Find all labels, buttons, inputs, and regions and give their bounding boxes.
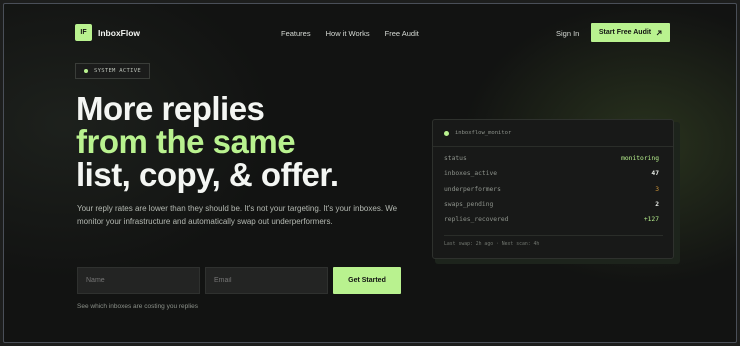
row-value: +127	[643, 216, 659, 224]
email-field[interactable]	[205, 267, 328, 294]
monitor-header: inboxflow_monitor	[433, 120, 673, 147]
arrow-up-right-icon	[656, 30, 662, 35]
sign-in-link[interactable]: Sign In	[556, 29, 579, 38]
monitor-row-swaps-pending: swaps_pending 2	[444, 197, 659, 212]
monitor-title: inboxflow_monitor	[455, 130, 512, 136]
monitor-footer: Last swap: 2h ago · Next scan: 4h	[444, 235, 663, 247]
status-label: SYSTEM ACTIVE	[94, 68, 141, 74]
form-note: See which inboxes are costing you replie…	[77, 303, 199, 310]
row-value: 47	[651, 170, 659, 178]
headline-line-1: More replies	[76, 90, 265, 127]
cta-label: Start Free Audit	[598, 29, 652, 36]
nav-link-how-it-works[interactable]: How it Works	[326, 29, 370, 38]
status-dot-icon	[84, 69, 88, 73]
row-key: inboxes_active	[444, 170, 498, 178]
monitor-row-inboxes-active: inboxes_active 47	[444, 166, 659, 181]
logo-icon: IF	[75, 24, 92, 41]
row-key: status	[444, 155, 467, 163]
monitor-row-underperformers: underperformers 3	[444, 182, 659, 197]
row-value: monitoring	[621, 155, 659, 163]
get-started-button[interactable]: Get Started	[333, 267, 401, 294]
start-free-audit-button[interactable]: Start Free Audit	[591, 23, 670, 42]
hero-headline: More replies from the same list, copy, &…	[76, 92, 339, 191]
row-key: swaps_pending	[444, 201, 494, 209]
headline-line-3: list, copy, & offer.	[76, 156, 339, 193]
nav-link-free-audit[interactable]: Free Audit	[385, 29, 419, 38]
brand-name: InboxFlow	[98, 27, 141, 38]
brand[interactable]: IF InboxFlow	[75, 24, 140, 41]
row-key: replies_recovered	[444, 216, 509, 224]
nav-links: Features How it Works Free Audit	[281, 29, 419, 38]
row-value: 2	[655, 201, 659, 209]
monitor-panel: inboxflow_monitor status monitoring inbo…	[432, 119, 674, 259]
name-field[interactable]	[77, 267, 200, 294]
row-key: underperformers	[444, 185, 501, 193]
get-started-label: Get Started	[348, 276, 386, 284]
status-badge: SYSTEM ACTIVE	[75, 63, 150, 79]
row-value: 3	[655, 185, 659, 193]
headline-line-2: from the same	[76, 123, 296, 160]
monitor-row-status: status monitoring	[444, 151, 659, 166]
top-nav: IF InboxFlow Features How it Works Free …	[4, 4, 736, 68]
monitor-rows: status monitoring inboxes_active 47 unde…	[433, 147, 673, 227]
monitor-status-dot-icon	[444, 130, 449, 136]
page-frame: IF InboxFlow Features How it Works Free …	[3, 3, 737, 343]
nav-link-features[interactable]: Features	[281, 29, 311, 38]
monitor-row-replies-recovered: replies_recovered +127	[444, 212, 659, 227]
hero-description: Your reply rates are lower than they sho…	[77, 204, 398, 227]
